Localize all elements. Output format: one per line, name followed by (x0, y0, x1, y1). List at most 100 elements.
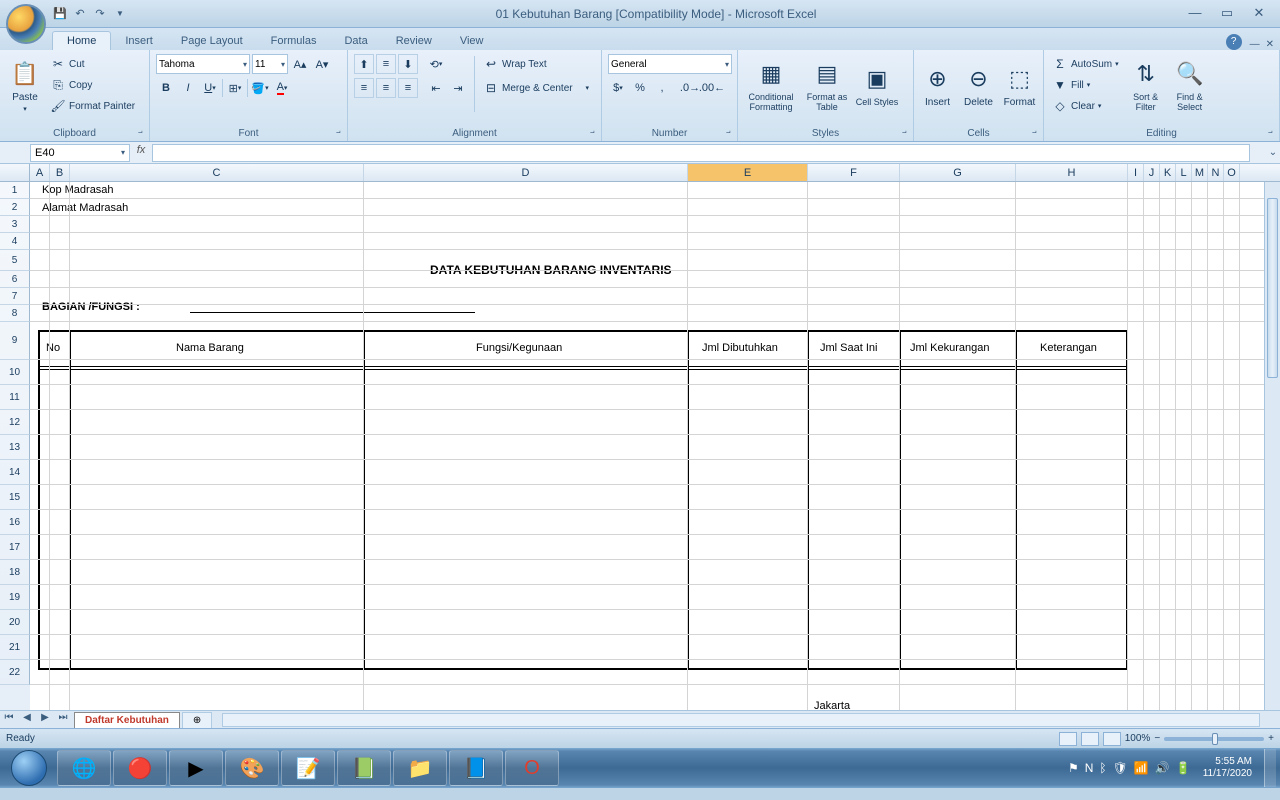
undo-icon[interactable]: ↶ (72, 6, 88, 22)
merge-center-button[interactable]: ⊟Merge & Center▾ (481, 78, 591, 98)
tray-onenote-icon[interactable]: N (1085, 761, 1094, 775)
new-sheet-icon[interactable]: ⊕ (182, 712, 212, 728)
cut-button[interactable]: ✂Cut (48, 54, 137, 74)
colheader-E[interactable]: E (688, 164, 808, 181)
minimize-button[interactable]: — (1184, 5, 1206, 23)
taskbar-opera[interactable]: O (505, 750, 559, 786)
align-right-icon[interactable]: ≡ (398, 78, 418, 98)
colheader-I[interactable]: I (1128, 164, 1144, 181)
colheader-C[interactable]: C (70, 164, 364, 181)
rowheader-2[interactable]: 2 (0, 199, 30, 216)
colheader-L[interactable]: L (1176, 164, 1192, 181)
zoom-slider[interactable] (1164, 737, 1264, 741)
align-middle-icon[interactable]: ≡ (376, 54, 396, 74)
paste-button[interactable]: 📋Paste▾ (4, 52, 46, 118)
tray-clock[interactable]: 5:55 AM11/17/2020 (1203, 756, 1252, 780)
show-desktop-button[interactable] (1264, 749, 1276, 787)
cell-styles-button[interactable]: ▣Cell Styles (854, 52, 900, 118)
align-bottom-icon[interactable]: ⬇ (398, 54, 418, 74)
rowheader-4[interactable]: 4 (0, 233, 30, 250)
close-button[interactable]: ✕ (1248, 5, 1270, 23)
tab-review[interactable]: Review (382, 32, 446, 50)
fx-icon[interactable]: fx (132, 144, 150, 162)
tray-shield-icon[interactable]: 🛡 (1113, 761, 1128, 775)
tray-flag-icon[interactable]: ⚑ (1068, 761, 1079, 775)
minimize-ribbon-icon[interactable]: — (1250, 39, 1260, 50)
sheet-tab-active[interactable]: Daftar Kebutuhan (74, 712, 180, 728)
colheader-M[interactable]: M (1192, 164, 1208, 181)
rowheader-11[interactable]: 11 (0, 385, 30, 410)
comma-icon[interactable]: , (652, 78, 672, 98)
save-icon[interactable]: 💾 (52, 6, 68, 22)
number-format-combo[interactable]: General▾ (608, 54, 732, 74)
taskbar-notes[interactable]: 📝 (281, 750, 335, 786)
taskbar-excel[interactable]: 📗 (337, 750, 391, 786)
rowheader-21[interactable]: 21 (0, 635, 30, 660)
normal-view-icon[interactable] (1059, 732, 1077, 746)
insert-cells-button[interactable]: ⊕Insert (918, 52, 957, 118)
tray-network-icon[interactable]: 📶 (1134, 761, 1149, 775)
fill-button[interactable]: ▼Fill▾ (1050, 75, 1121, 95)
tab-page-layout[interactable]: Page Layout (167, 32, 257, 50)
taskbar-explorer[interactable]: 📁 (393, 750, 447, 786)
wrap-text-button[interactable]: ↩Wrap Text (481, 54, 591, 74)
rowheader-5[interactable]: 5 (0, 250, 30, 271)
rowheader-20[interactable]: 20 (0, 610, 30, 635)
rowheader-15[interactable]: 15 (0, 485, 30, 510)
colheader-H[interactable]: H (1016, 164, 1128, 181)
colheader-B[interactable]: B (50, 164, 70, 181)
increase-indent-icon[interactable]: ⇥ (448, 78, 468, 98)
rowheader-18[interactable]: 18 (0, 560, 30, 585)
taskbar-mediaplayer[interactable]: ▶ (169, 750, 223, 786)
format-as-table-button[interactable]: ▤Format as Table (802, 52, 852, 118)
rowheader-10[interactable]: 10 (0, 360, 30, 385)
rowheader-19[interactable]: 19 (0, 585, 30, 610)
tray-bluetooth-icon[interactable]: ᛒ (1099, 761, 1106, 775)
spreadsheet-grid[interactable]: ABCDEFGHIJKLMNO 123456789101112131415161… (0, 164, 1280, 710)
taskbar-ie[interactable]: 🌐 (57, 750, 111, 786)
page-layout-view-icon[interactable] (1081, 732, 1099, 746)
rowheader-14[interactable]: 14 (0, 460, 30, 485)
autosum-button[interactable]: ΣAutoSum▾ (1050, 54, 1121, 74)
rowheader-9[interactable]: 9 (0, 322, 30, 360)
colheader-O[interactable]: O (1224, 164, 1240, 181)
increase-decimal-icon[interactable]: .0→ (680, 78, 700, 98)
tray-volume-icon[interactable]: 🔊 (1155, 761, 1170, 775)
decrease-decimal-icon[interactable]: .00← (702, 78, 722, 98)
conditional-formatting-button[interactable]: ▦Conditional Formatting (742, 52, 800, 118)
increase-font-icon[interactable]: A▴ (290, 54, 310, 74)
rowheader-1[interactable]: 1 (0, 182, 30, 199)
find-select-button[interactable]: 🔍Find & Select (1169, 52, 1211, 118)
currency-icon[interactable]: $▾ (608, 78, 628, 98)
expand-formula-icon[interactable]: ⌄ (1266, 147, 1280, 158)
start-button[interactable] (2, 749, 56, 787)
taskbar-chrome[interactable]: 🔴 (113, 750, 167, 786)
formula-bar[interactable] (152, 144, 1250, 162)
rowheader-6[interactable]: 6 (0, 271, 30, 288)
colheader-N[interactable]: N (1208, 164, 1224, 181)
tab-insert[interactable]: Insert (111, 32, 167, 50)
page-break-view-icon[interactable] (1103, 732, 1121, 746)
font-color-button[interactable]: A▾ (272, 78, 292, 98)
sort-filter-button[interactable]: ⇅Sort & Filter (1125, 52, 1167, 118)
decrease-font-icon[interactable]: A▾ (312, 54, 332, 74)
first-sheet-icon[interactable]: ⏮ (0, 712, 18, 728)
bold-button[interactable]: B (156, 78, 176, 98)
format-painter-button[interactable]: 🖌Format Painter (48, 96, 137, 116)
font-size-combo[interactable]: 11▾ (252, 54, 288, 74)
rowheader-13[interactable]: 13 (0, 435, 30, 460)
help-icon[interactable]: ? (1226, 34, 1242, 50)
close-doc-icon[interactable]: ✕ (1266, 39, 1274, 50)
align-left-icon[interactable]: ≡ (354, 78, 374, 98)
copy-button[interactable]: ⎘Copy (48, 75, 137, 95)
percent-icon[interactable]: % (630, 78, 650, 98)
taskbar-word[interactable]: 📘 (449, 750, 503, 786)
rowheader-17[interactable]: 17 (0, 535, 30, 560)
rowheader-8[interactable]: 8 (0, 305, 30, 322)
rowheader-22[interactable]: 22 (0, 660, 30, 685)
rowheader-12[interactable]: 12 (0, 410, 30, 435)
tab-formulas[interactable]: Formulas (257, 32, 331, 50)
colheader-G[interactable]: G (900, 164, 1016, 181)
colheader-J[interactable]: J (1144, 164, 1160, 181)
colheader-K[interactable]: K (1160, 164, 1176, 181)
